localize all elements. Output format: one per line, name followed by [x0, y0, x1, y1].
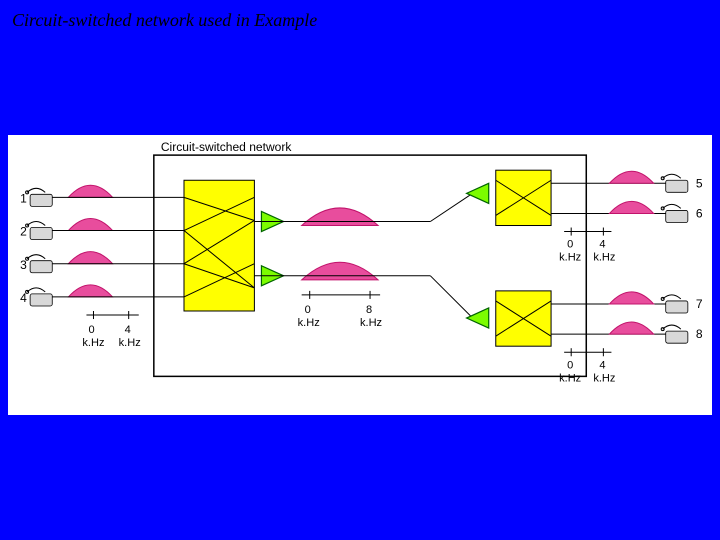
bw-unit: k.Hz: [593, 372, 615, 384]
bw-high: 4: [599, 239, 605, 251]
telephone-icon: [26, 188, 53, 206]
phone-label: 2: [20, 225, 27, 239]
bandwidth-arc: [68, 252, 112, 264]
bw-low: 0: [305, 304, 311, 316]
bw-low: 0: [567, 359, 573, 371]
trunk-line: [430, 276, 472, 318]
phone-label: 6: [696, 206, 703, 220]
bandwidth-arc: [302, 262, 378, 280]
phone-label: 4: [20, 291, 27, 305]
phone-label: 7: [696, 297, 703, 311]
bandwidth-arc: [609, 201, 653, 213]
bw-unit: k.Hz: [559, 252, 581, 264]
telephone-icon: [26, 255, 53, 273]
bw-unit: k.Hz: [360, 317, 382, 329]
bandwidth-arc: [68, 218, 112, 230]
bandwidth-arc: [302, 208, 378, 226]
bw-high: 4: [125, 324, 131, 336]
bw-high: 8: [366, 304, 372, 316]
bandwidth-arc: [609, 292, 653, 304]
bandwidth-arc: [609, 171, 653, 183]
bw-unit: k.Hz: [298, 317, 320, 329]
bw-high: 4: [599, 359, 605, 371]
phone-label: 1: [20, 191, 27, 205]
bw-unit: k.Hz: [593, 252, 615, 264]
bandwidth-arc: [68, 185, 112, 197]
amplifier-icon: [467, 183, 489, 203]
trunk-line: [430, 193, 472, 221]
telephone-icon: [26, 221, 53, 239]
bw-unit: k.Hz: [559, 372, 581, 384]
phone-label: 5: [696, 176, 703, 190]
bandwidth-arc: [68, 285, 112, 297]
network-box-label: Circuit-switched network: [161, 140, 293, 154]
phone-label: 8: [696, 327, 703, 341]
phone-label: 3: [20, 258, 27, 272]
amplifier-icon: [467, 308, 489, 328]
network-diagram: Circuit-switched network 1 2 3 4 0 4 k.H…: [8, 135, 712, 417]
bandwidth-arc: [609, 322, 653, 334]
bw-low: 0: [88, 324, 94, 336]
bw-unit: k.Hz: [82, 337, 104, 349]
telephone-icon: [26, 288, 53, 306]
bw-low: 0: [567, 239, 573, 251]
diagram-container: Circuit-switched network 1 2 3 4 0 4 k.H…: [8, 135, 712, 415]
page-title: Circuit-switched network used in Example: [12, 10, 317, 31]
bw-unit: k.Hz: [119, 337, 141, 349]
